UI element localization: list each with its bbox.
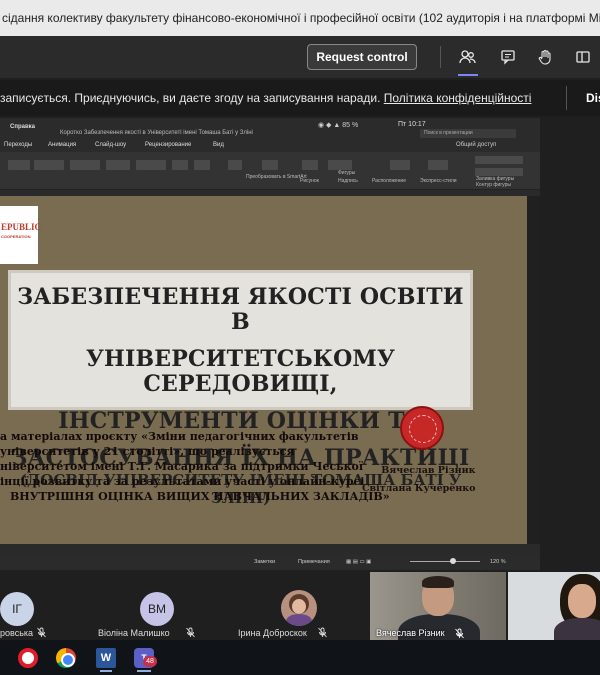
video-tile[interactable] [508,572,600,640]
powerpoint-title-bar: Справка Коротко Забезпечення якості в Ун… [0,118,540,138]
control-divider [440,46,441,68]
description-line: ніверситетом імені Т.Г. Масарика за підт… [0,460,364,473]
ribbon-control[interactable] [228,160,242,170]
slide-title-line: ЗАБЕЗПЕЧЕННЯ ЯКОСТІ ОСВІТИ В [17,284,464,335]
participant-name: ровська [0,628,34,638]
privacy-policy-link[interactable]: Політика конфіденційності [384,91,532,105]
recording-banner-text: записується. Приєднуючись, ви даєте згод… [0,91,381,105]
zoom-slider-handle[interactable] [450,558,456,564]
zoom-slider[interactable] [410,561,480,562]
slide-title-box: ЗАБЕЗПЕЧЕННЯ ЯКОСТІ ОСВІТИ В УНІВЕРСИТЕТ… [8,270,473,507]
menu-bar-icons: ◉ ◆ ▲ 85 % [318,122,359,129]
taskbar [0,640,600,675]
ribbon-control[interactable] [194,160,210,170]
normal-view-icon[interactable]: ▦ ▤ ▭ ▣ [346,559,371,565]
word-icon[interactable]: W [96,648,116,668]
share-tray-icon[interactable] [570,44,596,70]
tab-animation[interactable]: Анимация [48,142,76,148]
description-line: інції розвитку та за результатами участі… [0,475,365,488]
slide-authors: Вячеслав Різник Світлана Кучеренко [362,462,476,498]
republic-logo: EPUBLIC COOPERATION [0,206,42,264]
university-seal-icon [400,406,444,450]
help-menu[interactable]: Справка [10,124,35,130]
mic-off-icon [318,627,327,638]
participant-name: Віоліна Малишко [98,628,170,638]
video-person-hair [422,576,454,588]
shared-screen: Справка Коротко Забезпечення якості в Ун… [0,118,540,570]
battery-level: 85 % [342,122,359,129]
description-line: а матеріалах проєкту «Зміни педагогічних… [0,430,359,443]
recording-banner: записується. Приєднуючись, ви даєте згод… [0,80,600,116]
ribbon-label-arrange[interactable]: Расположение [372,178,406,184]
ribbon-control[interactable] [302,160,318,170]
ribbon-control[interactable] [172,160,188,170]
ribbon-control[interactable] [34,160,64,170]
presentation-title: Коротко Забезпечення якості в Університе… [60,130,253,136]
video-participant-name: Вячеслав Різник [376,628,445,638]
mic-off-icon [455,628,464,639]
ribbon-control[interactable] [475,156,523,164]
slide-margin [527,196,540,544]
window-title: сідання колективу факультету фінансово-е… [0,0,600,36]
ribbon-control[interactable] [70,160,100,170]
notes-toggle[interactable]: Заметки [254,559,275,565]
ribbon-control[interactable] [262,160,278,170]
raise-hand-icon[interactable] [532,44,558,70]
zoom-level[interactable]: 120 % [490,559,506,565]
banner-divider [566,86,567,110]
slide-canvas: EPUBLIC COOPERATION ЗАБЕЗПЕЧЕННЯ ЯКОСТІ … [0,196,527,544]
logo-text-top: EPUBLIC [1,222,42,232]
tab-slideshow[interactable]: Слайд-шоу [95,142,126,148]
request-control-button[interactable]: Request control [307,44,417,70]
description-line: ВНУТРІШНЯ ОЦІНКА ВИЩИХ НАВЧАЛЬНИХ ЗАКЛАД… [10,490,390,503]
share-access-button[interactable]: Общий доступ [456,142,496,148]
chat-icon[interactable] [495,44,521,70]
ribbon-label-shapes[interactable]: Фигуры [338,170,355,176]
comments-toggle[interactable]: Примечания [298,559,330,565]
ribbon-label-shape-outline[interactable]: Контур фигуры [476,182,511,188]
ribbon-control[interactable] [8,160,30,170]
author-name: Вячеслав Різник [381,465,476,476]
tab-view[interactable]: Вид [213,142,224,148]
chrome-icon[interactable] [56,648,76,668]
mic-off-icon [37,627,46,638]
tab-transitions[interactable]: Переходы [4,142,32,148]
notification-badge: 48 [143,656,157,667]
ribbon-label-textbox[interactable]: Надпись [338,178,358,184]
avatar[interactable]: ВМ [140,592,174,626]
ribbon-control[interactable] [136,160,166,170]
dismiss-button[interactable]: Dis [586,80,600,116]
avatar[interactable]: ІГ [0,592,34,626]
video-person-face [568,584,596,618]
ribbon-control[interactable] [428,160,448,170]
logo-text-bottom: COOPERATION [1,234,31,239]
video-person-body [554,618,600,640]
mic-off-icon [186,627,195,638]
tab-review[interactable]: Рецензирование [145,142,191,148]
author-name: Світлана Кучеренко [362,483,476,494]
avatar-photo[interactable] [281,590,317,626]
slide-description: а матеріалах проєкту «Зміни педагогічних… [0,429,390,504]
powerpoint-status-bar: Заметки Примечания ▦ ▤ ▭ ▣ 120 % [0,554,540,570]
description-line: університетів у 21 столітті», що реалізу… [0,445,295,458]
ribbon-toolbar: Преобразовать в SmartArt Рисунок Фигуры … [0,152,540,190]
clock: Пт 10:17 [398,121,426,128]
ribbon-label-quick-styles[interactable]: Экспресс-стили [420,178,457,184]
slide-title-line: УНІВЕРСИТЕТСЬКОМУ СЕРЕДОВИЩІ, [85,346,396,397]
search-input[interactable]: Поиск в презентации [420,129,516,138]
ribbon-control[interactable] [475,168,523,176]
running-indicator [137,670,151,672]
ribbon-control[interactable] [328,160,352,170]
avatar-face [292,599,306,614]
avatar-body [286,614,312,626]
running-indicator [100,670,112,672]
ribbon-control[interactable] [106,160,130,170]
ribbon-label-picture[interactable]: Рисунок [300,178,319,184]
ribbon-control[interactable] [390,160,410,170]
ribbon-tabs: Переходы Анимация Слайд-шоу Рецензирован… [0,138,540,152]
ribbon-label-convert-smartart[interactable]: Преобразовать в SmartArt [246,174,307,180]
participant-name: Ірина Доброскок [238,628,307,638]
opera-icon[interactable] [18,648,38,668]
people-icon[interactable] [455,44,481,76]
